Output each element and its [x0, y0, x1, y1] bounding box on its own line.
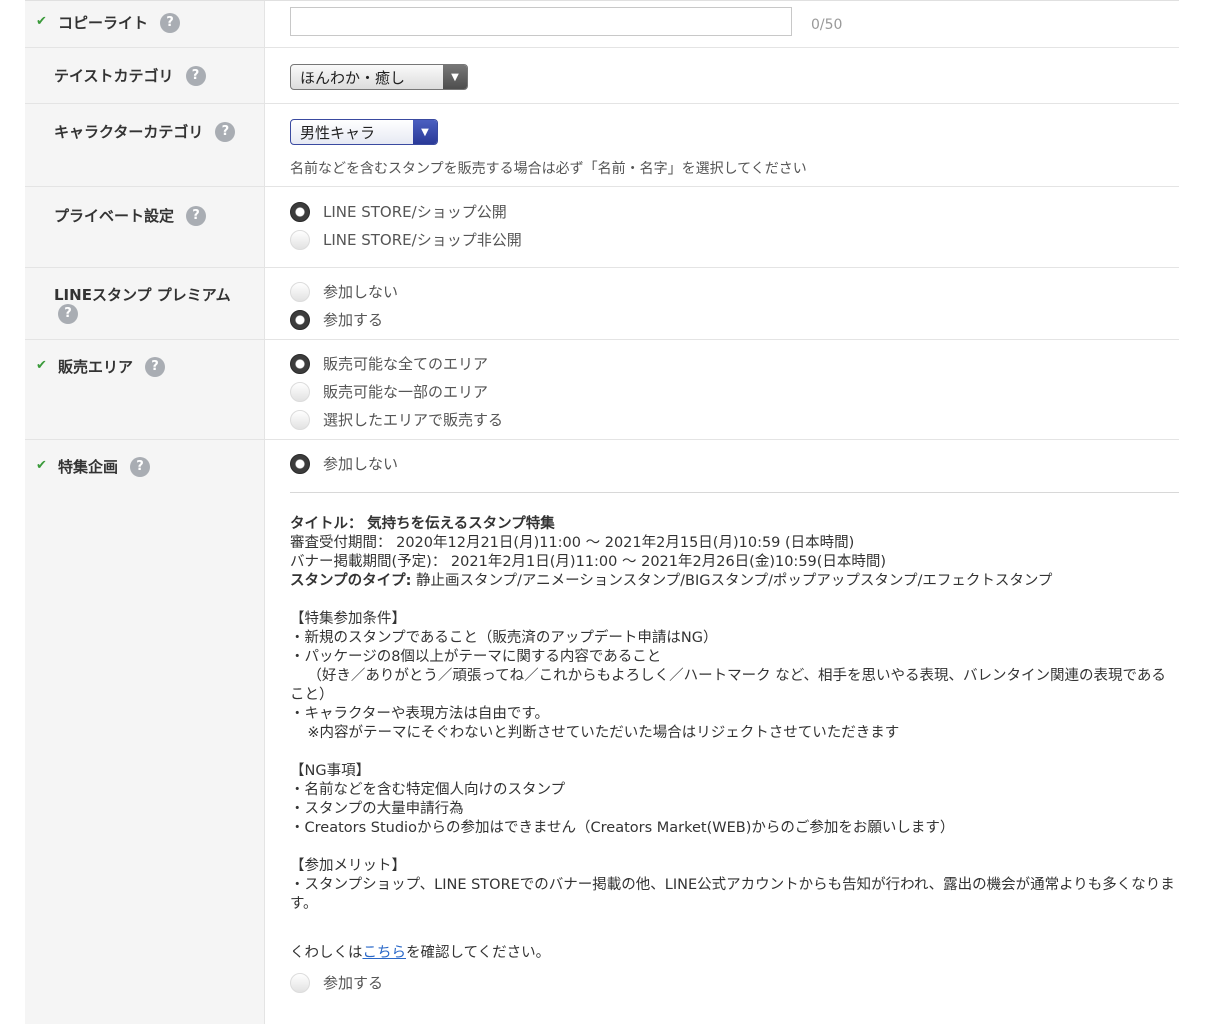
condition-item: ※内容がテーマにそぐわないと判断させていただいた場合はリジェクトさせていただきま…	[307, 725, 900, 741]
character-category-label-text: キャラクターカテゴリ	[54, 123, 204, 141]
character-category-value: 男性キャラ	[300, 123, 376, 142]
radio-unselected-icon	[290, 972, 310, 993]
row-separator	[25, 47, 1179, 48]
condition-item: ・新規のスタンプであること（販売済のアップデート申請はNG）	[290, 630, 718, 646]
feature-divider	[290, 492, 1179, 493]
character-category-select[interactable]: 男性キャラ ▼	[290, 119, 438, 145]
help-icon[interactable]: ?	[215, 121, 236, 142]
feature-option-yes[interactable]: 参加する	[290, 972, 383, 993]
ng-heading: 【NG事項】	[290, 763, 371, 779]
label-column	[25, 0, 264, 1024]
review-period: 審査受付期間： 2020年12月21日(月)11:00 〜 2021年2月15日…	[290, 535, 855, 551]
banner-period: バナー掲載期間(予定)： 2021年2月1日(月)11:00 〜 2021年2月…	[290, 554, 887, 570]
more-info-link[interactable]: こちら	[363, 945, 407, 961]
sticker-types: スタンプのタイプ: 静止画スタンプ/アニメーションスタンプ/BIGスタンプ/ポッ…	[290, 572, 1180, 591]
premium-option-yes[interactable]: 参加する	[290, 309, 383, 330]
copyright-label-text: コピーライト	[58, 14, 149, 32]
sales-area-option-selected[interactable]: 選択したエリアで販売する	[290, 409, 503, 430]
sales-area-option-label: 販売可能な全てのエリア	[323, 355, 489, 373]
premium-option-label: 参加しない	[323, 283, 399, 301]
sales-area-option-label: 選択したエリアで販売する	[323, 411, 504, 429]
help-icon[interactable]: ?	[58, 304, 78, 324]
premium-option-no[interactable]: 参加しない	[290, 281, 398, 302]
character-category-label: キャラクターカテゴリ ?	[54, 121, 236, 142]
feature-option-label: 参加する	[323, 974, 384, 992]
chevron-down-icon: ▼	[413, 120, 437, 144]
privacy-option-label: LINE STORE/ショップ非公開	[323, 231, 522, 249]
condition-item: （好き／ありがとう／頑張ってね／これからもよろしく／ハートマーク など、相手を思…	[290, 668, 1166, 703]
privacy-label: プライベート設定 ?	[54, 205, 207, 226]
ng-item: ・スタンプの大量申請行為	[290, 801, 464, 817]
feature-label: 特集企画 ?	[58, 456, 151, 477]
character-category-note: 名前などを含むスタンプを販売する場合は必ず「名前・名字」を選択してください	[290, 161, 807, 177]
privacy-option-label: LINE STORE/ショップ公開	[323, 203, 507, 221]
premium-label-text: LINEスタンプ プレミアム	[54, 286, 231, 304]
feature-label-text: 特集企画	[58, 458, 119, 476]
taste-category-select[interactable]: ほんわか・癒し ▼	[290, 64, 468, 90]
help-icon[interactable]: ?	[130, 456, 151, 477]
sales-area-option-label: 販売可能な一部のエリア	[323, 383, 489, 401]
check-icon: ✔	[36, 358, 47, 373]
sales-area-option-all[interactable]: 販売可能な全てのエリア	[290, 353, 488, 374]
row-separator	[25, 267, 1179, 268]
column-divider	[264, 0, 265, 1024]
privacy-label-text: プライベート設定	[54, 207, 175, 225]
ng-item: ・Creators Studioからの参加はできません（Creators Mar…	[290, 820, 955, 836]
radio-selected-icon	[290, 309, 310, 330]
feature-title-label: タイトル：	[290, 516, 363, 532]
radio-selected-icon	[290, 453, 310, 474]
check-icon: ✔	[36, 458, 47, 473]
help-icon[interactable]: ?	[186, 205, 207, 226]
feature-info: タイトル： 気持ちを伝えるスタンプ特集 審査受付期間： 2020年12月21日(…	[290, 515, 1180, 914]
help-icon[interactable]: ?	[185, 65, 206, 86]
more-info-suffix: を確認してください。	[406, 945, 551, 961]
feature-title: タイトル： 気持ちを伝えるスタンプ特集	[290, 515, 1180, 534]
sales-area-option-some[interactable]: 販売可能な一部のエリア	[290, 381, 488, 402]
merit-heading: 【参加メリット】	[290, 858, 406, 874]
help-icon[interactable]: ?	[145, 356, 166, 377]
sales-area-label-text: 販売エリア	[58, 358, 134, 376]
radio-unselected-icon	[290, 281, 310, 302]
check-icon: ✔	[36, 14, 47, 29]
taste-category-label-text: テイストカテゴリ	[54, 67, 174, 85]
copyright-input[interactable]	[290, 7, 792, 36]
premium-label: LINEスタンプ プレミアム	[54, 284, 231, 305]
row-separator	[25, 103, 1179, 104]
row-separator	[25, 339, 1179, 340]
privacy-option-public[interactable]: LINE STORE/ショップ公開	[290, 201, 507, 222]
feature-title-value: 気持ちを伝えるスタンプ特集	[367, 516, 555, 532]
premium-option-label: 参加する	[323, 311, 384, 329]
sticker-types-value: 静止画スタンプ/アニメーションスタンプ/BIGスタンプ/ポップアップスタンプ/エ…	[415, 573, 1053, 589]
row-separator	[25, 439, 1179, 440]
taste-category-label: テイストカテゴリ ?	[54, 65, 206, 86]
feature-option-label: 参加しない	[323, 455, 399, 473]
ng-item: ・名前などを含む特定個人向けのスタンプ	[290, 782, 566, 798]
more-info-prefix: くわしくは	[290, 945, 363, 961]
chevron-down-icon: ▼	[443, 65, 467, 89]
help-icon[interactable]: ?	[160, 12, 181, 33]
conditions-heading: 【特集参加条件】	[290, 611, 406, 627]
row-separator	[25, 186, 1179, 187]
copyright-label: コピーライト ?	[58, 12, 181, 33]
privacy-option-private[interactable]: LINE STORE/ショップ非公開	[290, 229, 522, 250]
radio-selected-icon	[290, 353, 310, 374]
condition-item: ・パッケージの8個以上がテーマに関する内容であること	[290, 649, 662, 665]
radio-selected-icon	[290, 201, 310, 222]
feature-option-no[interactable]: 参加しない	[290, 453, 398, 474]
sticker-types-label: スタンプのタイプ:	[290, 573, 412, 589]
copyright-counter: 0/50	[811, 17, 843, 33]
sales-area-label: 販売エリア ?	[58, 356, 166, 377]
radio-unselected-icon	[290, 381, 310, 402]
radio-unselected-icon	[290, 229, 310, 250]
more-info-line: くわしくはこちらを確認してください。	[290, 941, 550, 962]
top-border	[25, 0, 1179, 1]
taste-category-value: ほんわか・癒し	[300, 68, 406, 87]
merit-item: ・スタンプショップ、LINE STOREでのバナー掲載の他、LINE公式アカウン…	[290, 877, 1175, 912]
radio-unselected-icon	[290, 409, 310, 430]
condition-item: ・キャラクターや表現方法は自由です。	[290, 706, 549, 722]
